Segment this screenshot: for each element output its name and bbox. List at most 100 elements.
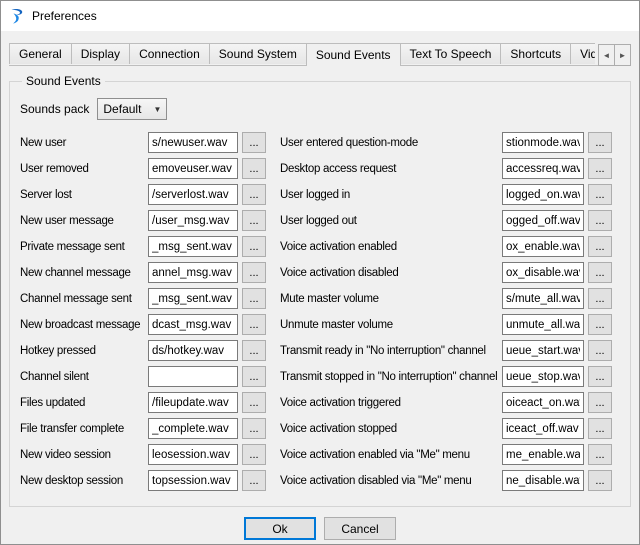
sound-event-label: New channel message (20, 267, 148, 279)
browse-button[interactable]: ... (588, 184, 612, 205)
sound-file-input[interactable] (148, 340, 238, 361)
sound-file-input[interactable] (502, 418, 584, 439)
sound-file-input[interactable] (502, 210, 584, 231)
sound-file-input[interactable] (502, 392, 584, 413)
sound-event-label: Transmit stopped in "No interruption" ch… (280, 371, 502, 383)
sound-event-label: Voice activation triggered (280, 397, 502, 409)
browse-button[interactable]: ... (242, 444, 266, 465)
browse-button[interactable]: ... (242, 340, 266, 361)
browse-button[interactable]: ... (588, 288, 612, 309)
sound-event-label: New broadcast message (20, 319, 148, 331)
sound-event-label: Voice activation disabled via "Me" menu (280, 475, 502, 487)
browse-button[interactable]: ... (588, 392, 612, 413)
tab-sound-events[interactable]: Sound Events (306, 43, 401, 66)
browse-button[interactable]: ... (588, 340, 612, 361)
sounds-pack-label: Sounds pack (20, 102, 89, 116)
sound-event-label: Desktop access request (280, 163, 502, 175)
sound-file-input[interactable] (148, 314, 238, 335)
sound-event-label: Voice activation enabled via "Me" menu (280, 449, 502, 461)
browse-button[interactable]: ... (242, 132, 266, 153)
sound-event-label: User logged out (280, 215, 502, 227)
tab-sound-system[interactable]: Sound System (209, 43, 307, 64)
sound-event-row: Channel message sent ... (20, 288, 266, 309)
tab-display[interactable]: Display (71, 43, 130, 64)
sound-event-row: Unmute master volume ... (280, 314, 612, 335)
browse-button[interactable]: ... (588, 210, 612, 231)
tab-scroll-controls: ◄ ► (598, 44, 631, 66)
sound-file-input[interactable] (502, 262, 584, 283)
browse-button[interactable]: ... (242, 392, 266, 413)
browse-button[interactable]: ... (588, 262, 612, 283)
sound-file-input[interactable] (148, 210, 238, 231)
tab-general[interactable]: General (9, 43, 72, 64)
browse-button[interactable]: ... (588, 366, 612, 387)
sound-event-row: Hotkey pressed ... (20, 340, 266, 361)
sound-event-label: Transmit ready in "No interruption" chan… (280, 345, 502, 357)
arrow-left-icon: ◄ (603, 51, 611, 60)
sound-file-input[interactable] (148, 444, 238, 465)
sound-file-input[interactable] (148, 366, 238, 387)
sounds-pack-select[interactable]: Default ▼ (97, 98, 167, 120)
sound-file-input[interactable] (148, 392, 238, 413)
sound-file-input[interactable] (148, 236, 238, 257)
tab-connection[interactable]: Connection (129, 43, 210, 64)
sound-file-input[interactable] (502, 314, 584, 335)
sound-file-input[interactable] (502, 158, 584, 179)
sound-file-input[interactable] (148, 158, 238, 179)
cancel-button[interactable]: Cancel (324, 517, 396, 540)
browse-button[interactable]: ... (588, 236, 612, 257)
sound-file-input[interactable] (502, 236, 584, 257)
browse-button[interactable]: ... (242, 418, 266, 439)
sound-file-input[interactable] (148, 288, 238, 309)
sound-events-group: Sound Events Sounds pack Default ▼ New u… (9, 74, 631, 507)
sound-file-input[interactable] (148, 470, 238, 491)
sound-file-input[interactable] (502, 288, 584, 309)
tab-text-to-speech[interactable]: Text To Speech (400, 43, 502, 64)
sound-event-row: Voice activation triggered ... (280, 392, 612, 413)
browse-button[interactable]: ... (242, 184, 266, 205)
tab-shortcuts[interactable]: Shortcuts (500, 43, 571, 64)
sound-event-label: File transfer complete (20, 423, 148, 435)
browse-button[interactable]: ... (242, 314, 266, 335)
sound-file-input[interactable] (502, 132, 584, 153)
sound-event-label: User removed (20, 163, 148, 175)
sound-file-input[interactable] (148, 132, 238, 153)
event-column-left: New user ... User removed ... Server los… (20, 132, 266, 496)
sound-file-input[interactable] (502, 366, 584, 387)
sound-event-row: Voice activation enabled via "Me" menu .… (280, 444, 612, 465)
tab-video[interactable]: Video (570, 43, 595, 64)
browse-button[interactable]: ... (588, 444, 612, 465)
sound-event-label: Channel message sent (20, 293, 148, 305)
browse-button[interactable]: ... (588, 314, 612, 335)
ok-button[interactable]: Ok (244, 517, 316, 540)
tab-scroll-right-button[interactable]: ► (614, 44, 631, 66)
sound-event-row: Transmit ready in "No interruption" chan… (280, 340, 612, 361)
browse-button[interactable]: ... (242, 236, 266, 257)
sound-file-input[interactable] (502, 470, 584, 491)
browse-button[interactable]: ... (588, 132, 612, 153)
sound-file-input[interactable] (148, 262, 238, 283)
browse-button[interactable]: ... (588, 418, 612, 439)
browse-button[interactable]: ... (242, 262, 266, 283)
window-title: Preferences (32, 9, 97, 23)
sound-event-row: New user message ... (20, 210, 266, 231)
sound-event-label: Server lost (20, 189, 148, 201)
sound-file-input[interactable] (502, 444, 584, 465)
sound-event-label: Voice activation disabled (280, 267, 502, 279)
browse-button[interactable]: ... (588, 158, 612, 179)
sound-file-input[interactable] (502, 340, 584, 361)
browse-button[interactable]: ... (242, 470, 266, 491)
event-columns: New user ... User removed ... Server los… (20, 132, 620, 496)
sound-event-row: User logged out ... (280, 210, 612, 231)
tab-strip: GeneralDisplayConnectionSound SystemSoun… (9, 43, 595, 66)
browse-button[interactable]: ... (588, 470, 612, 491)
sound-event-row: Channel silent ... (20, 366, 266, 387)
browse-button[interactable]: ... (242, 210, 266, 231)
browse-button[interactable]: ... (242, 366, 266, 387)
browse-button[interactable]: ... (242, 158, 266, 179)
sound-file-input[interactable] (148, 418, 238, 439)
sound-file-input[interactable] (502, 184, 584, 205)
tab-scroll-left-button[interactable]: ◄ (598, 44, 615, 66)
browse-button[interactable]: ... (242, 288, 266, 309)
sound-file-input[interactable] (148, 184, 238, 205)
